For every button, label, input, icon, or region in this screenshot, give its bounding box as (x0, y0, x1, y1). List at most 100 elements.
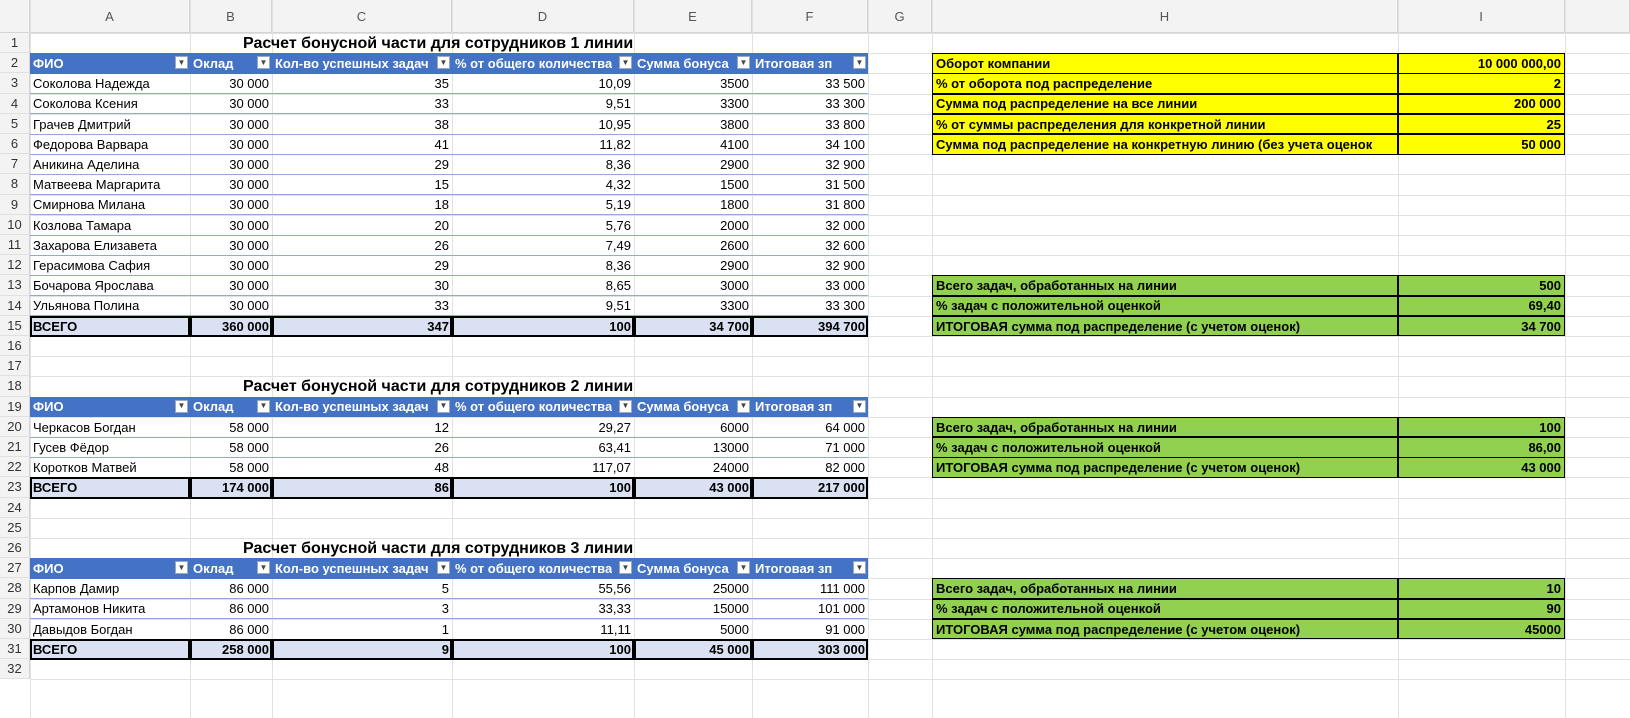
header-cell-3[interactable]: Кол-во успешных задач ▼ (272, 396, 452, 418)
column-header-i[interactable]: I (1398, 0, 1565, 33)
filter-dropdown-icon[interactable]: ▼ (257, 561, 270, 575)
header-cell-4[interactable]: % от общего количества ▼ (452, 53, 634, 74)
data-cell[interactable]: 2600 (634, 235, 752, 256)
column-header-e[interactable]: E (634, 0, 752, 33)
filter-dropdown-icon[interactable]: ▼ (257, 399, 270, 413)
data-cell[interactable]: 30 000 (190, 235, 272, 256)
header-cell-6[interactable]: Итоговая зп ▼ (752, 53, 868, 74)
data-cell[interactable]: 3300 (634, 94, 752, 115)
data-cell[interactable]: 12 (272, 417, 452, 438)
filter-dropdown-icon[interactable]: ▼ (619, 56, 632, 70)
filter-dropdown-icon[interactable]: ▼ (175, 399, 188, 413)
row-header-26[interactable]: 26 (0, 538, 30, 559)
column-header-b[interactable]: B (190, 0, 272, 33)
summary-value[interactable]: 50 000 (1398, 134, 1565, 155)
row-header-21[interactable]: 21 (0, 437, 30, 458)
data-cell[interactable]: 30 000 (190, 73, 272, 94)
filter-dropdown-icon[interactable]: ▼ (437, 399, 450, 413)
header-cell-3[interactable]: Кол-во успешных задач ▼ (272, 558, 452, 579)
data-cell[interactable]: 2900 (634, 154, 752, 175)
data-cell[interactable]: 91 000 (752, 619, 868, 640)
row-header-2[interactable]: 2 (0, 53, 30, 74)
total-cell[interactable]: 347 (272, 315, 452, 337)
data-cell[interactable]: Соколова Надежда (30, 73, 190, 94)
row-header-30[interactable]: 30 (0, 618, 30, 639)
header-cell-2[interactable]: Оклад ▼ (190, 53, 272, 74)
data-cell[interactable]: 10,09 (452, 73, 634, 94)
total-cell[interactable]: ВСЕГО (30, 639, 190, 660)
row-header-24[interactable]: 24 (0, 497, 30, 518)
data-cell[interactable]: 86 000 (190, 599, 272, 620)
total-cell[interactable]: 258 000 (190, 639, 272, 660)
data-cell[interactable]: Матвеева Маргарита (30, 174, 190, 195)
data-cell[interactable]: 34 100 (752, 134, 868, 155)
data-cell[interactable]: 13000 (634, 437, 752, 458)
row-header-8[interactable]: 8 (0, 174, 30, 195)
data-cell[interactable]: 30 000 (190, 275, 272, 296)
data-cell[interactable]: 55,56 (452, 578, 634, 599)
total-cell[interactable]: 34 700 (634, 315, 752, 337)
data-cell[interactable]: 86 000 (190, 619, 272, 640)
column-header-d[interactable]: D (452, 0, 634, 33)
row-header-32[interactable]: 32 (0, 659, 30, 680)
spreadsheet-grid[interactable]: A B C D E F G H I 1 2 3 4 5 6 7 8 9 10 11 12 13 14 15 16 17 18 19 20… (0, 0, 1630, 718)
filter-dropdown-icon[interactable]: ▼ (737, 56, 750, 70)
header-cell-1[interactable]: ФИО ▼ (30, 53, 190, 74)
data-cell[interactable]: 58 000 (190, 437, 272, 458)
data-cell[interactable]: 5,76 (452, 215, 634, 236)
stats-value[interactable]: 45000 (1398, 618, 1565, 640)
row-header-9[interactable]: 9 (0, 194, 30, 215)
header-cell-1[interactable]: ФИО ▼ (30, 396, 190, 418)
data-cell[interactable]: 33,33 (452, 599, 634, 620)
header-cell-6[interactable]: Итоговая зп ▼ (752, 558, 868, 579)
stats-value[interactable]: 34 700 (1398, 315, 1565, 337)
data-cell[interactable]: 6000 (634, 417, 752, 438)
data-cell[interactable]: 33 000 (752, 275, 868, 296)
header-cell-5[interactable]: Сумма бонуса ▼ (634, 53, 752, 74)
data-cell[interactable]: Смирнова Милана (30, 195, 190, 216)
stats-value[interactable]: 43 000 (1398, 457, 1565, 478)
data-cell[interactable]: 5000 (634, 619, 752, 640)
data-cell[interactable]: 30 000 (190, 114, 272, 135)
total-cell[interactable]: 45 000 (634, 639, 752, 660)
row-header-13[interactable]: 13 (0, 275, 30, 296)
data-cell[interactable]: 30 000 (190, 134, 272, 155)
total-cell[interactable]: 217 000 (752, 477, 868, 499)
stats-value[interactable]: 500 (1398, 275, 1565, 297)
row-header-6[interactable]: 6 (0, 134, 30, 155)
data-cell[interactable]: Федорова Варвара (30, 134, 190, 155)
row-header-16[interactable]: 16 (0, 336, 30, 357)
data-cell[interactable]: 30 000 (190, 154, 272, 175)
data-cell[interactable]: 9,51 (452, 94, 634, 115)
data-cell[interactable]: 41 (272, 134, 452, 155)
row-header-11[interactable]: 11 (0, 235, 30, 256)
data-cell[interactable]: 7,49 (452, 235, 634, 256)
total-cell[interactable]: ВСЕГО (30, 477, 190, 499)
data-cell[interactable]: Бочарова Ярослава (30, 275, 190, 296)
data-cell[interactable]: 3 (272, 599, 452, 620)
total-cell[interactable]: 394 700 (752, 315, 868, 337)
header-cell-5[interactable]: Сумма бонуса ▼ (634, 396, 752, 418)
data-cell[interactable]: 33 (272, 296, 452, 317)
data-cell[interactable]: 4100 (634, 134, 752, 155)
data-cell[interactable]: 10,95 (452, 114, 634, 135)
column-header-a[interactable]: A (30, 0, 190, 33)
row-header-1[interactable]: 1 (0, 33, 30, 54)
row-header-3[interactable]: 3 (0, 73, 30, 94)
data-cell[interactable]: Козлова Тамара (30, 215, 190, 236)
data-cell[interactable]: 29 (272, 154, 452, 175)
column-header-h[interactable]: H (932, 0, 1398, 33)
total-cell[interactable]: 86 (272, 477, 452, 499)
data-cell[interactable]: 32 900 (752, 255, 868, 276)
row-header-31[interactable]: 31 (0, 639, 30, 660)
select-all-corner[interactable] (0, 0, 30, 33)
row-header-25[interactable]: 25 (0, 517, 30, 538)
total-cell[interactable]: 360 000 (190, 315, 272, 337)
data-cell[interactable]: 32 900 (752, 154, 868, 175)
data-cell[interactable]: 38 (272, 114, 452, 135)
data-cell[interactable]: 31 500 (752, 174, 868, 195)
data-cell[interactable]: 63,41 (452, 437, 634, 458)
stats-value[interactable]: 90 (1398, 598, 1565, 620)
summary-value[interactable]: 25 (1398, 113, 1565, 135)
filter-dropdown-icon[interactable]: ▼ (619, 561, 632, 575)
